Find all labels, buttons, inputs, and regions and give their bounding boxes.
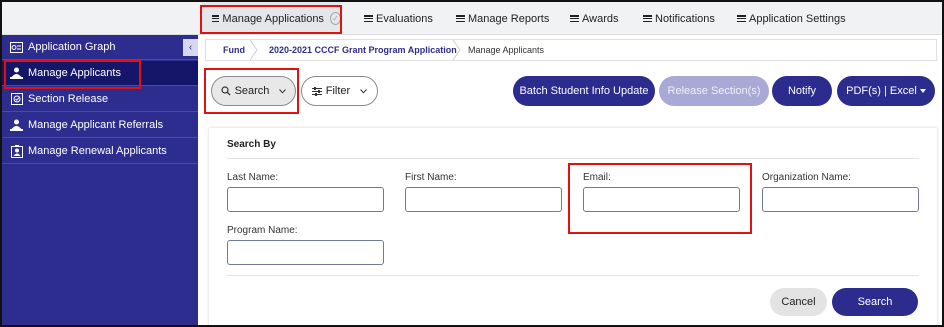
chevron-left-icon: ‹ <box>188 42 193 53</box>
filter-label: Filter <box>325 85 351 97</box>
release-icon <box>10 93 23 105</box>
cancel-label: Cancel <box>781 296 816 308</box>
menu-icon <box>570 15 579 22</box>
program-name-input[interactable] <box>227 240 384 265</box>
referrals-icon <box>10 119 23 131</box>
notify-label: Notify <box>787 85 817 97</box>
applicants-icon <box>10 67 23 79</box>
nav-application-settings[interactable]: Application Settings <box>737 2 846 35</box>
breadcrumb-application[interactable]: 2020-2021 CCCF Grant Program Application <box>269 40 457 60</box>
search-panel: Search By Last Name: First Name: Email: … <box>209 128 937 325</box>
caret-down-icon <box>919 89 926 93</box>
sidebar-item-manage-applicant-referrals[interactable]: Manage Applicant Referrals <box>2 113 198 138</box>
top-navigation: Manage Applications ✓ Evaluations Manage… <box>2 2 942 35</box>
last-name-input[interactable] <box>227 187 384 212</box>
sidebar-item-application-graph[interactable]: Application Graph <box>2 35 198 60</box>
sliders-icon <box>311 86 322 96</box>
search-icon <box>220 86 231 96</box>
nav-label: Evaluations <box>376 12 433 25</box>
search-toggle-button[interactable]: Search <box>211 76 296 106</box>
breadcrumb-separator-icon <box>452 40 461 60</box>
search-submit-button[interactable]: Search <box>832 288 918 316</box>
organization-name-label: Organization Name: <box>762 172 851 183</box>
sidebar-item-manage-renewal-applicants[interactable]: Manage Renewal Applicants <box>2 139 198 164</box>
app-window: Manage Applications ✓ Evaluations Manage… <box>0 0 944 327</box>
search-submit-label: Search <box>857 296 893 308</box>
chevron-down-icon <box>360 88 368 94</box>
first-name-label: First Name: <box>405 172 457 183</box>
sidebar-item-label: Manage Renewal Applicants <box>28 145 167 157</box>
nav-label: Awards <box>582 12 619 25</box>
email-label: Email: <box>583 172 611 183</box>
email-input[interactable] <box>583 187 740 212</box>
release-label: Release Section(s) <box>667 85 761 97</box>
sidebar-item-label: Manage Applicants <box>28 67 121 79</box>
batch-label: Batch Student Info Update <box>519 85 649 97</box>
notify-button[interactable]: Notify <box>772 76 832 106</box>
check-circle-icon: ✓ <box>329 12 341 25</box>
sidebar-item-label: Manage Applicant Referrals <box>28 119 164 131</box>
sidebar: Application Graph Manage Applicants Sect… <box>2 35 198 325</box>
menu-icon <box>737 15 746 22</box>
menu-icon <box>456 15 465 22</box>
sidebar-item-label: Section Release <box>28 93 109 105</box>
menu-icon <box>212 15 220 22</box>
batch-student-info-update-button[interactable]: Batch Student Info Update <box>513 76 655 106</box>
nav-label: Manage Applications <box>222 12 324 25</box>
nav-evaluations[interactable]: Evaluations <box>364 2 433 35</box>
nav-label: Notifications <box>655 12 715 25</box>
breadcrumb: Fund 2020-2021 CCCF Grant Program Applic… <box>205 39 937 61</box>
release-sections-button[interactable]: Release Section(s) <box>659 76 769 106</box>
sidebar-item-label: Application Graph <box>28 41 116 53</box>
breadcrumb-separator-icon <box>249 40 258 60</box>
last-name-label: Last Name: <box>227 172 279 183</box>
filter-button[interactable]: Filter <box>301 76 378 106</box>
nav-notifications[interactable]: Notifications <box>643 2 715 35</box>
divider <box>227 158 919 159</box>
breadcrumb-fund[interactable]: Fund <box>223 40 245 60</box>
sidebar-collapse-button[interactable]: ‹ <box>183 39 198 56</box>
renewal-icon <box>10 144 23 158</box>
nav-label: Application Settings <box>749 12 846 25</box>
export-dropdown-button[interactable]: PDF(s) | Excel <box>837 76 935 106</box>
export-label: PDF(s) | Excel <box>846 85 917 97</box>
program-name-label: Program Name: <box>227 225 298 236</box>
search-toggle-label: Search <box>234 85 270 97</box>
search-panel-title: Search By <box>227 139 276 150</box>
nav-awards[interactable]: Awards <box>570 2 618 35</box>
organization-name-input[interactable] <box>762 187 919 212</box>
menu-icon <box>364 15 373 22</box>
menu-icon <box>643 15 652 22</box>
first-name-input[interactable] <box>405 187 562 212</box>
sidebar-item-manage-applicants[interactable]: Manage Applicants <box>2 61 198 86</box>
sidebar-item-section-release[interactable]: Section Release <box>2 87 198 112</box>
nav-manage-reports[interactable]: Manage Reports <box>456 2 549 35</box>
graph-icon <box>10 41 23 53</box>
cancel-button[interactable]: Cancel <box>770 288 827 316</box>
chevron-down-icon <box>279 88 287 94</box>
divider <box>227 275 919 276</box>
nav-label: Manage Reports <box>468 12 550 25</box>
nav-manage-applications[interactable]: Manage Applications ✓ <box>201 2 341 35</box>
breadcrumb-current: Manage Applicants <box>468 45 545 55</box>
